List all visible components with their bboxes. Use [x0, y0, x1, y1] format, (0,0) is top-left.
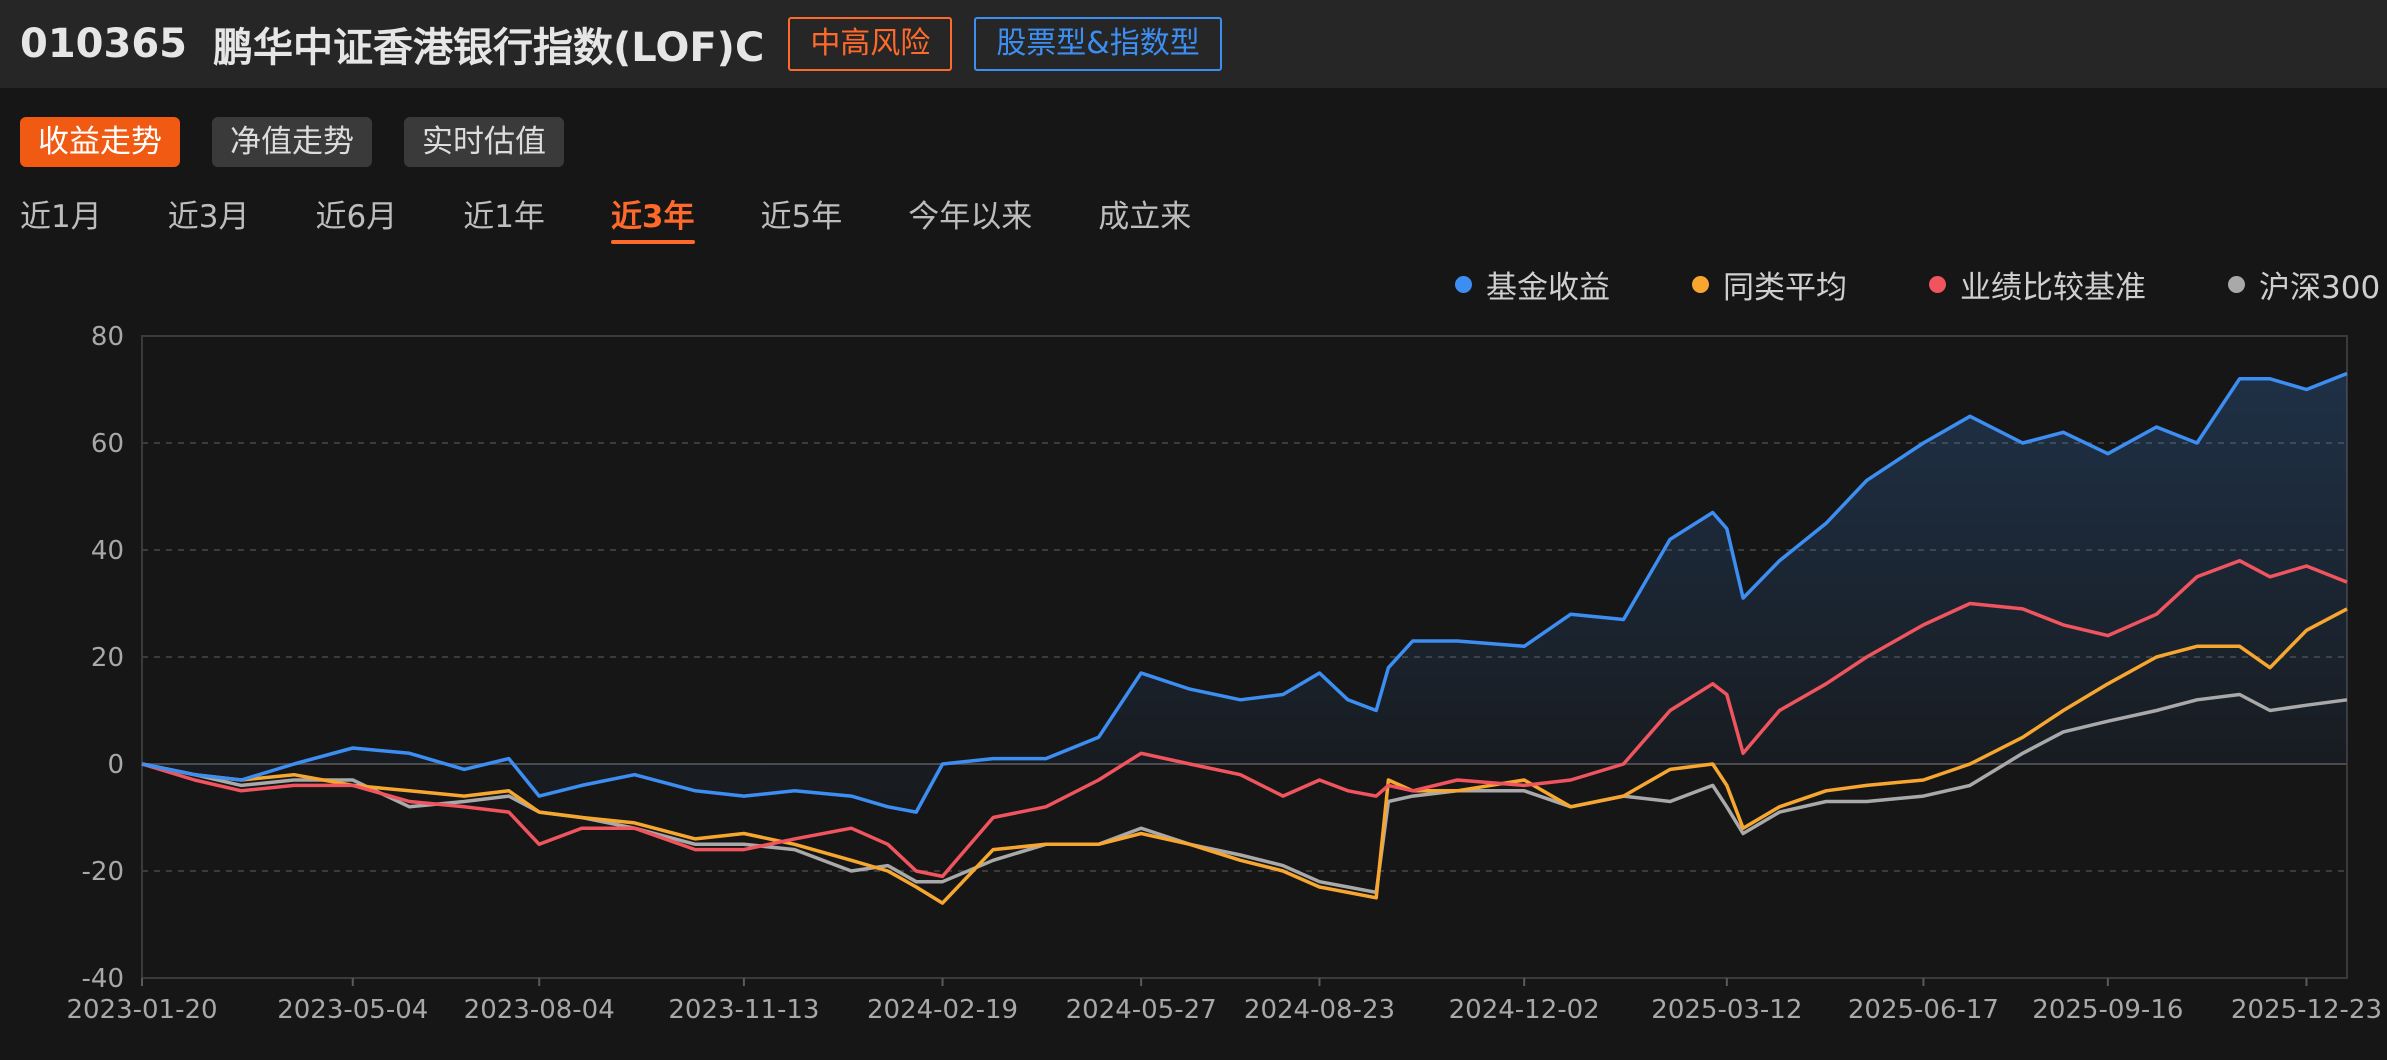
x-tick-label: 2024-08-23	[1244, 995, 1395, 1025]
x-tick-label: 2023-05-04	[277, 995, 428, 1025]
y-tick-label: -40	[82, 964, 124, 994]
y-tick-label: 60	[91, 429, 124, 459]
y-tick-label: 40	[91, 536, 124, 566]
y-tick-label: 20	[91, 643, 124, 673]
x-tick-label: 2024-05-27	[1066, 995, 1217, 1025]
y-tick-label: 0	[107, 750, 124, 780]
x-tick-label: 2023-11-13	[668, 995, 819, 1025]
x-tick-label: 2025-03-12	[1651, 995, 1802, 1025]
x-tick-label: 2025-12-23	[2231, 995, 2382, 1025]
x-tick-label: 2025-06-17	[1848, 995, 1999, 1025]
return-chart[interactable]: 80 60 40 20 0 -20 -402023-01-20 2023-05-04 2023-…	[0, 0, 2387, 1060]
x-tick-label: 2025-09-16	[2032, 995, 2183, 1025]
x-tick-label: 2023-08-04	[464, 995, 615, 1025]
y-tick-label: 80	[91, 322, 124, 352]
y-tick-label: -20	[82, 857, 124, 887]
x-tick-label: 2023-01-20	[66, 995, 217, 1025]
x-tick-label: 2024-02-19	[867, 995, 1018, 1025]
x-tick-label: 2024-12-02	[1449, 995, 1600, 1025]
